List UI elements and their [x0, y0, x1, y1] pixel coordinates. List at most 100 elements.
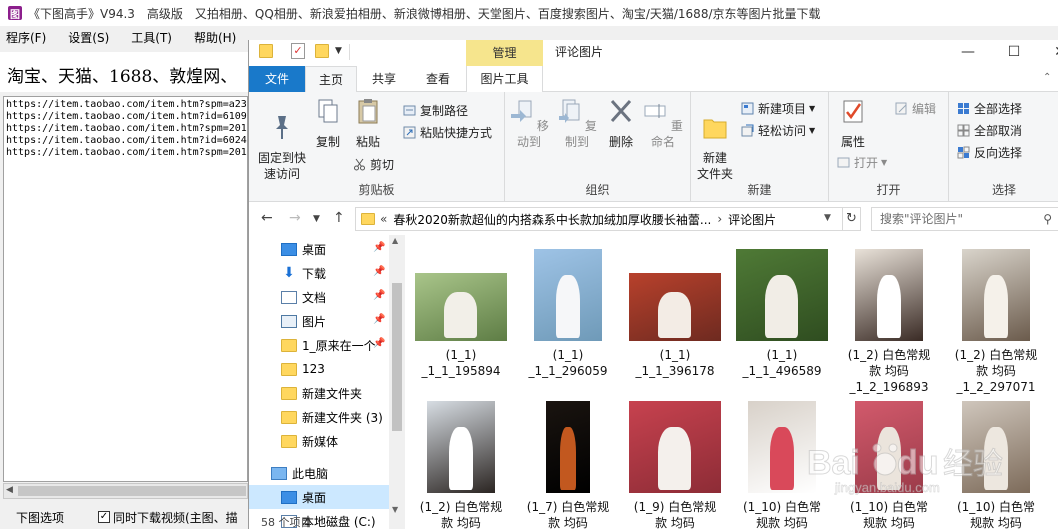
file-item[interactable]: (1_10) 白色常 规款 均码: [729, 401, 835, 529]
picture-options-button[interactable]: 下图选项: [16, 509, 98, 526]
file-item[interactable]: (1_2) 白色常规 款 均码 _1_2_196893: [836, 249, 942, 395]
edit-label: 编辑: [912, 102, 937, 116]
properties-quick-icon[interactable]: ✓: [291, 43, 305, 59]
file-item[interactable]: (1_1) _1_1_396178: [622, 249, 728, 379]
up-arrow-icon[interactable]: ↑: [333, 210, 345, 226]
pin-quick-access-button[interactable]: 固定到快 速访问: [253, 98, 311, 182]
copy-to-button[interactable]: 复制到: [555, 98, 599, 150]
quick-access-dropdown-icon[interactable]: ▼: [335, 46, 342, 56]
url-line: https://item.taobao.com/item.htm?id=6024…: [6, 135, 248, 146]
pin-icon: 📌: [373, 338, 386, 349]
nav-item-folder[interactable]: 新媒体: [249, 429, 389, 453]
menu-tools[interactable]: 工具(T): [125, 29, 178, 46]
ribbon-group-open: 属性 打开 ▼ 编辑 打开: [829, 92, 949, 202]
image-thumbnail: [427, 401, 495, 493]
breadcrumb-separator-icon[interactable]: ›: [717, 212, 722, 226]
copy-path-button[interactable]: 复制路径: [403, 102, 468, 119]
nav-item-downloads[interactable]: ⬇ 下载 📌: [249, 261, 389, 285]
maximize-icon[interactable]: ☐: [991, 40, 1037, 64]
image-thumbnail: [546, 401, 590, 493]
breadcrumb-current[interactable]: 评论图片: [728, 211, 776, 228]
menu-help[interactable]: 帮助(H): [188, 29, 242, 46]
properties-button[interactable]: 属性: [835, 98, 871, 150]
select-all-icon: [958, 103, 969, 114]
breadcrumb-folder[interactable]: 春秋2020新款超仙的内搭森系中长款加绒加厚收腰长袖蕾...: [393, 211, 711, 228]
nav-item-desktop[interactable]: 桌面 📌: [249, 237, 389, 261]
nav-item-folder[interactable]: 123: [249, 357, 389, 381]
new-item-button[interactable]: 新建项目 ▼: [741, 100, 815, 117]
cut-button[interactable]: 剪切: [353, 156, 394, 173]
file-item[interactable]: (1_10) 白色常 规款 均码: [836, 401, 942, 529]
nav-item-folder[interactable]: 1_原来在一个 📌: [249, 333, 389, 357]
select-all-button[interactable]: 全部选择: [957, 100, 1022, 117]
scroll-up-icon[interactable]: ▲: [392, 236, 398, 245]
address-bar[interactable]: « 春秋2020新款超仙的内搭森系中长款加绒加厚收腰长袖蕾... › 评论图片: [355, 207, 843, 231]
new-folder-quick-icon[interactable]: [315, 44, 329, 58]
easy-access-button[interactable]: 轻松访问 ▼: [741, 122, 815, 139]
nav-item-this-pc[interactable]: 此电脑: [249, 461, 389, 485]
file-item[interactable]: (1_1) _1_1_496589: [729, 249, 835, 379]
rename-button[interactable]: 重命名: [641, 98, 685, 150]
copy-path-icon: [403, 105, 416, 116]
scrollbar-thumb[interactable]: [18, 486, 246, 496]
download-icon: ⬇: [283, 264, 295, 281]
file-item[interactable]: (1_1) _1_1_195894: [408, 249, 514, 379]
file-grid: (1_1) _1_1_195894 (1_1) _1_1_296059 (1_1) …: [406, 235, 1058, 529]
file-item[interactable]: (1_2) 白色常规 款 均码: [408, 401, 514, 529]
paste-shortcut-label: 粘贴快捷方式: [420, 126, 493, 140]
paste-shortcut-button[interactable]: 粘贴快捷方式: [403, 124, 492, 141]
easy-access-icon: [741, 124, 754, 137]
forward-arrow-icon[interactable]: →: [289, 210, 301, 226]
open-button[interactable]: 打开 ▼: [837, 154, 887, 171]
menu-settings[interactable]: 设置(S): [62, 29, 115, 46]
file-item[interactable]: (1_2) 白色常规 款 均码 _1_2_297071: [943, 249, 1049, 395]
video-checkbox[interactable]: ✓: [98, 511, 110, 523]
close-icon[interactable]: ✕: [1037, 40, 1058, 64]
new-folder-button[interactable]: 新建 文件夹: [695, 98, 735, 182]
invert-selection-button[interactable]: 反向选择: [957, 144, 1022, 161]
chevron-down-icon: ▼: [809, 126, 816, 135]
tab-view[interactable]: 查看: [411, 66, 465, 92]
scrollbar-thumb[interactable]: [392, 283, 402, 431]
file-item[interactable]: (1_7) 白色常规 款 均码: [515, 401, 621, 529]
contextual-tab-manage[interactable]: 管理: [466, 40, 543, 66]
menu-program[interactable]: 程序(F): [0, 29, 52, 46]
tab-share[interactable]: 共享: [359, 66, 409, 92]
delete-button[interactable]: 删除: [605, 98, 637, 150]
file-item[interactable]: (1_9) 白色常规 款 均码: [622, 401, 728, 529]
refresh-icon[interactable]: ↻: [843, 207, 861, 231]
back-arrow-icon[interactable]: ←: [261, 210, 273, 226]
url-area-horizontal-scrollbar[interactable]: ◀: [3, 483, 248, 499]
app-title: 《下图高手》V94.3 高级版 又拍相册、QQ相册、新浪爱拍相册、新浪微博相册、…: [28, 6, 821, 21]
nav-item-documents[interactable]: 文档 📌: [249, 285, 389, 309]
tab-home[interactable]: 主页: [305, 66, 357, 93]
scroll-down-icon[interactable]: ▼: [392, 505, 398, 514]
search-input[interactable]: 搜索"评论图片" ⚲: [871, 207, 1058, 231]
tab-file[interactable]: 文件: [249, 66, 305, 92]
open-icon: [837, 157, 850, 168]
address-dropdown-icon[interactable]: ▼: [824, 213, 831, 223]
breadcrumb-overflow[interactable]: «: [380, 212, 387, 226]
file-item[interactable]: (1_10) 白色常 规款 均码: [943, 401, 1049, 529]
thumbnail-figure: [877, 427, 901, 490]
app-bottom-bar: 下图选项 ✓ 同时下载视频(主图、描: [0, 505, 248, 529]
app-title-bar: 图 《下图高手》V94.3 高级版 又拍相册、QQ相册、新浪爱拍相册、新浪微博相…: [0, 0, 1058, 26]
image-thumbnail: [629, 273, 721, 341]
tab-picture-tools[interactable]: 图片工具: [466, 66, 543, 92]
nav-item-pictures[interactable]: 图片 📌: [249, 309, 389, 333]
paste-button[interactable]: 粘贴: [351, 98, 385, 150]
collapse-ribbon-icon[interactable]: ⌃: [1043, 72, 1051, 83]
move-to-button[interactable]: 移动到: [507, 98, 551, 150]
nav-item-folder[interactable]: 新建文件夹 (3): [249, 405, 389, 429]
nav-item-desktop-selected[interactable]: 桌面: [249, 485, 389, 509]
url-input-area[interactable]: https://item.taobao.com/item.htm?spm=a23…: [3, 96, 248, 482]
minimize-icon[interactable]: —: [945, 40, 991, 64]
select-none-button[interactable]: 全部取消: [957, 122, 1022, 139]
nav-item-folder[interactable]: 新建文件夹: [249, 381, 389, 405]
copy-button[interactable]: 复制: [311, 98, 345, 150]
edit-button[interactable]: 编辑: [895, 100, 936, 117]
file-item[interactable]: (1_1) _1_1_296059: [515, 249, 621, 379]
nav-pane-scrollbar[interactable]: ▲ ▼: [389, 235, 405, 529]
recent-locations-chevron-icon[interactable]: ▼: [313, 214, 320, 224]
scroll-left-icon[interactable]: ◀: [6, 485, 13, 495]
